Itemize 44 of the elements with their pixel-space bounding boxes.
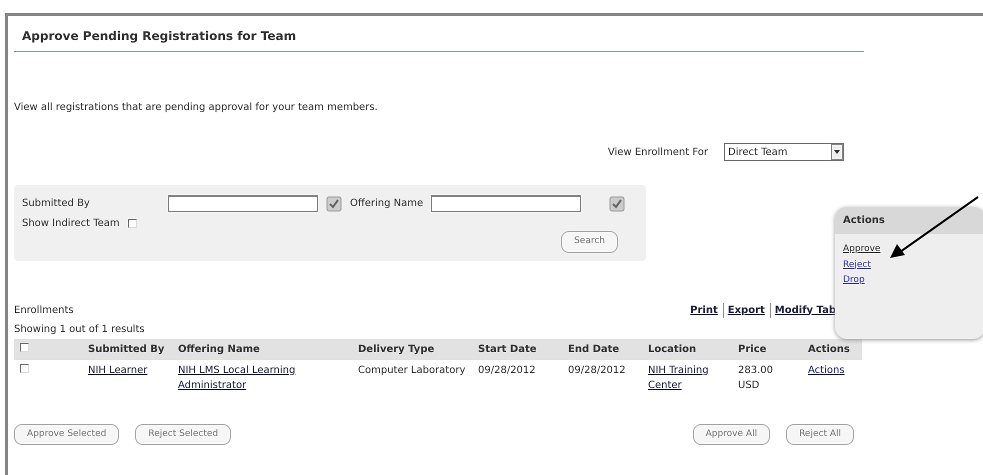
picker-icon[interactable] (326, 196, 342, 212)
popup-menu-item[interactable]: Drop (835, 273, 983, 288)
section-title: Enrollments (14, 304, 74, 318)
field-label: Show Indirect Team (22, 217, 120, 231)
description-text: View all registrations that are pending approval for your team members. (14, 101, 379, 115)
popup-menu-item[interactable]: Reject (835, 258, 983, 273)
action-button[interactable]: Reject All (786, 424, 854, 445)
table-link[interactable]: Actions (808, 362, 845, 378)
search-button[interactable]: Search (561, 231, 618, 252)
column-header: Offering Name (172, 338, 352, 360)
column-header: Start Date (472, 338, 562, 360)
field-label: Submitted By (22, 197, 91, 211)
table-link[interactable]: NIH LMS Local Learning Administrator (178, 362, 346, 392)
popup-menu-item[interactable]: Approve (835, 242, 983, 258)
toolbar-link[interactable]: Print (690, 302, 718, 318)
results-count: Showing 1 out of 1 results (14, 322, 146, 336)
column-header: Submitted By (82, 338, 172, 360)
field-label: View Enrollment For (608, 146, 708, 160)
checkbox[interactable] (128, 219, 137, 228)
column-header: Location (642, 338, 732, 360)
action-button[interactable]: Reject Selected (135, 424, 232, 445)
picker-icon[interactable] (609, 196, 626, 212)
checkbox[interactable] (20, 364, 29, 372)
table-link[interactable]: NIH Training Center (648, 362, 726, 392)
dropdown-icon[interactable] (831, 144, 843, 160)
action-button[interactable]: Approve All (692, 424, 770, 445)
column-header: Delivery Type (352, 338, 472, 360)
column-header: Actions (802, 338, 862, 360)
column-header: Price (732, 338, 802, 360)
table-link[interactable]: NIH Learner (88, 362, 148, 378)
table-cell: 09/28/2012 (562, 360, 642, 396)
table-cell: Computer Laboratory (352, 360, 472, 396)
column-header: End Date (562, 338, 642, 360)
offering-name-field[interactable] (431, 195, 582, 212)
table-cell: 09/28/2012 (472, 360, 562, 396)
toolbar-link[interactable]: Export (722, 302, 765, 318)
popup-title: Actions (835, 207, 983, 234)
field-label: Offering Name (350, 197, 424, 211)
view-select[interactable]: Direct Team (724, 143, 844, 161)
submitted-by-field[interactable] (168, 195, 318, 212)
table-cell: 283.00 USD (732, 360, 802, 396)
page-title: Approve Pending Registrations for Team (14, 16, 864, 52)
action-button[interactable]: Approve Selected (14, 424, 120, 445)
checkbox[interactable] (20, 342, 29, 352)
